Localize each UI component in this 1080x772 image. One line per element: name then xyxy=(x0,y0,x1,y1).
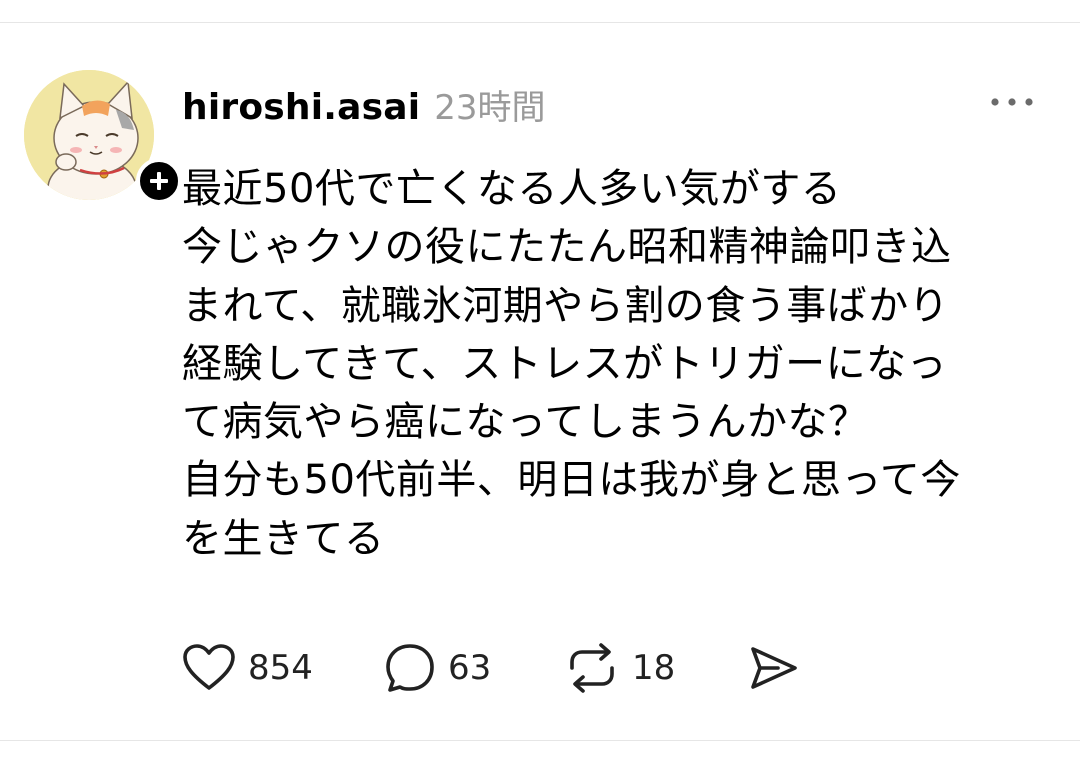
heart-icon xyxy=(183,644,235,690)
author-username[interactable]: hiroshi.asai xyxy=(182,87,420,128)
like-button[interactable]: 854 xyxy=(182,643,384,693)
bottom-divider xyxy=(0,740,1080,741)
send-icon xyxy=(751,647,797,689)
post-actions-bar: 854 63 18 xyxy=(182,638,800,698)
post-text-line: を生きてる xyxy=(182,515,385,562)
more-options-button[interactable] xyxy=(984,84,1040,120)
plus-icon xyxy=(150,172,168,190)
follow-button[interactable] xyxy=(136,158,182,204)
post-header: hiroshi.asai 23時間 xyxy=(182,80,546,128)
more-horizontal-icon xyxy=(991,98,1033,106)
post-text-line: まれて、就職氷河期やら割の食う事ばかり xyxy=(182,282,950,329)
repost-count: 18 xyxy=(632,648,676,688)
share-button[interactable] xyxy=(748,644,800,692)
repost-arrows-icon xyxy=(570,643,614,693)
post-text-line: 最近50代で亡くなる人多い気がする xyxy=(182,166,842,212)
post-text-line: 今じゃクソの役にたたん昭和精神論叩き込 xyxy=(182,224,952,271)
post-text-line: 経験してきて、ストレスがトリガーになっ xyxy=(182,340,948,387)
top-divider xyxy=(0,22,1080,23)
comment-button[interactable]: 63 xyxy=(384,642,564,694)
post-text-line: 自分も50代前半、明日は我が身と思って今 xyxy=(182,457,961,504)
comment-count: 63 xyxy=(448,648,492,688)
author-avatar-container[interactable] xyxy=(24,70,182,204)
post-timestamp: 23時間 xyxy=(434,88,546,128)
post-text-line: て病気やら癌になってしまうんかな？ xyxy=(182,399,869,446)
repost-button[interactable]: 18 xyxy=(564,642,748,694)
avatar-cat-illustration xyxy=(24,70,154,200)
avatar[interactable] xyxy=(24,70,154,200)
post-text: 最近50代で亡くなる人多い気がする 今じゃクソの役にたたん昭和精神論叩き込 まれ… xyxy=(182,160,1062,568)
comment-bubble-icon xyxy=(386,644,434,692)
like-count: 854 xyxy=(248,648,313,688)
